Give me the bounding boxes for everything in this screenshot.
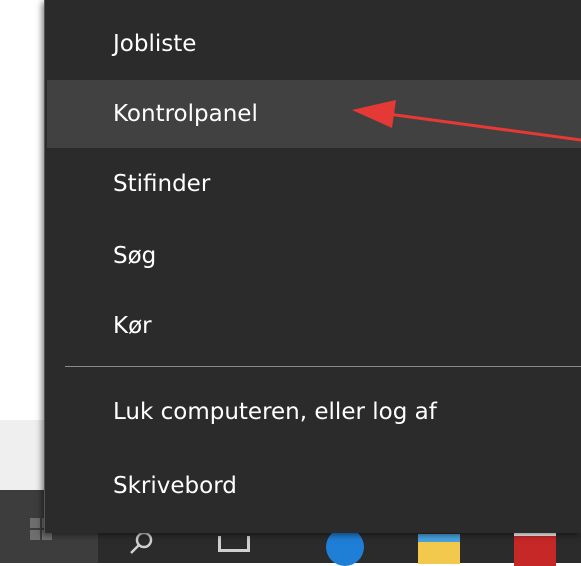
menu-item-kor[interactable]: Kør [47,292,581,360]
desktop-background [0,0,44,480]
menu-item-jobliste[interactable]: Jobliste [47,10,581,78]
menu-divider [65,366,581,367]
context-menu: Jobliste Kontrolpanel Stifinder Søg Kør … [44,0,581,533]
search-icon[interactable] [128,530,154,556]
file-explorer-icon[interactable] [418,534,460,564]
menu-item-kontrolpanel[interactable]: Kontrolpanel [47,80,581,148]
task-view-icon[interactable] [218,536,250,552]
desktop-background-lower [0,420,44,490]
menu-item-skrivebord[interactable]: Skrivebord [47,452,581,520]
chrome-icon[interactable] [514,530,556,566]
menu-item-stifinder[interactable]: Stifinder [47,150,581,218]
menu-item-luk-computeren[interactable]: Luk computeren, eller log af [47,378,581,446]
menu-item-sog[interactable]: Søg [47,222,581,290]
edge-icon[interactable] [326,528,364,566]
